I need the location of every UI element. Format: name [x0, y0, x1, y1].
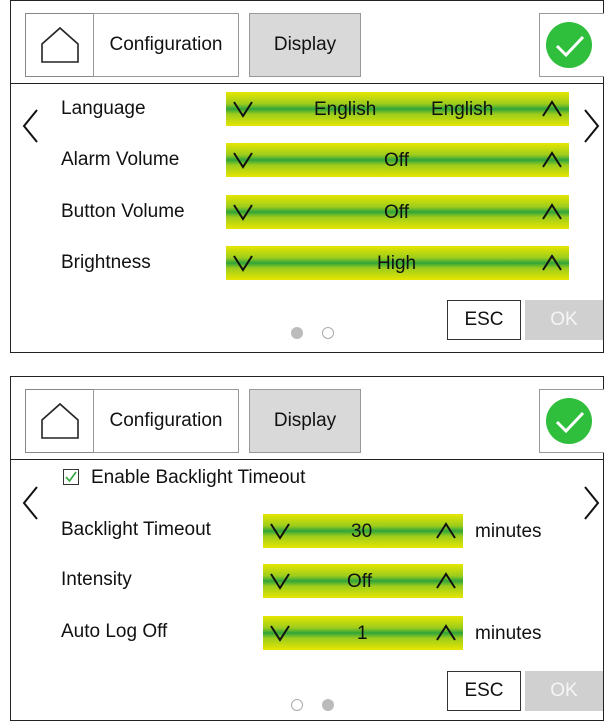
- tab-configuration[interactable]: Configuration: [93, 13, 239, 77]
- chevron-down-icon[interactable]: [230, 199, 256, 225]
- chevron-down-icon[interactable]: [230, 96, 256, 122]
- button-volume-label: Button Volume: [61, 201, 185, 222]
- alarm-volume-value: Off: [384, 150, 409, 171]
- checkmark-icon: [65, 471, 77, 483]
- chevron-down-icon[interactable]: [267, 568, 293, 594]
- chevron-right-icon[interactable]: [583, 485, 601, 529]
- ok-button[interactable]: OK: [525, 671, 603, 711]
- display-settings-page-2: Configuration Display Enable Backlight T…: [10, 376, 604, 721]
- button-volume-value: Off: [384, 202, 409, 223]
- confirm-button[interactable]: [539, 13, 604, 77]
- auto-log-off-value: 1: [357, 623, 368, 644]
- intensity-label: Intensity: [61, 569, 132, 590]
- backlight-timeout-unit: minutes: [475, 521, 542, 542]
- page-dot-active[interactable]: [322, 699, 334, 711]
- display-settings-page-1: Configuration Display Language English E…: [10, 0, 604, 353]
- alarm-volume-label: Alarm Volume: [61, 149, 180, 170]
- chevron-down-icon[interactable]: [230, 147, 256, 173]
- alarm-volume-spinner[interactable]: Off: [226, 143, 569, 177]
- header-bar: Configuration Display: [11, 1, 604, 84]
- chevron-up-icon[interactable]: [433, 568, 459, 594]
- intensity-spinner[interactable]: Off: [263, 564, 463, 598]
- backlight-timeout-label: Backlight Timeout: [61, 519, 211, 540]
- tab-display[interactable]: Display: [249, 13, 361, 77]
- chevron-up-icon[interactable]: [433, 620, 459, 646]
- chevron-down-icon[interactable]: [230, 250, 256, 276]
- auto-log-off-label: Auto Log Off: [61, 621, 168, 642]
- home-button[interactable]: [25, 389, 97, 453]
- home-icon: [41, 26, 79, 63]
- confirm-button[interactable]: [539, 389, 604, 453]
- header-bar: Configuration Display: [11, 377, 604, 460]
- chevron-right-icon[interactable]: [583, 108, 601, 152]
- chevron-up-icon[interactable]: [433, 518, 459, 544]
- chevron-down-icon[interactable]: [267, 518, 293, 544]
- chevron-up-icon[interactable]: [539, 199, 565, 225]
- ok-button[interactable]: OK: [525, 300, 603, 340]
- chevron-up-icon[interactable]: [539, 250, 565, 276]
- button-volume-spinner[interactable]: Off: [226, 195, 569, 229]
- enable-backlight-checkbox[interactable]: [63, 469, 79, 485]
- checkmark-icon: [555, 35, 585, 57]
- chevron-up-icon[interactable]: [539, 96, 565, 122]
- page-dot-inactive[interactable]: [291, 699, 303, 711]
- chevron-left-icon[interactable]: [21, 485, 39, 529]
- brightness-spinner[interactable]: High: [226, 246, 569, 280]
- chevron-up-icon[interactable]: [539, 147, 565, 173]
- page-dot-active[interactable]: [291, 327, 303, 339]
- tab-configuration[interactable]: Configuration: [93, 389, 239, 453]
- brightness-label: Brightness: [61, 252, 151, 273]
- language-value-secondary: English: [431, 99, 494, 120]
- auto-log-off-spinner[interactable]: 1: [263, 616, 463, 650]
- home-button[interactable]: [25, 13, 97, 77]
- esc-button[interactable]: ESC: [447, 671, 521, 711]
- auto-log-off-unit: minutes: [475, 623, 542, 644]
- esc-button[interactable]: ESC: [447, 300, 521, 340]
- backlight-timeout-value: 30: [351, 521, 373, 542]
- checkmark-icon: [555, 411, 585, 433]
- language-value: English: [314, 99, 377, 120]
- chevron-down-icon[interactable]: [267, 620, 293, 646]
- language-label: Language: [61, 98, 146, 119]
- brightness-value: High: [377, 253, 417, 274]
- chevron-left-icon[interactable]: [21, 108, 39, 152]
- tab-display[interactable]: Display: [249, 389, 361, 453]
- backlight-timeout-spinner[interactable]: 30: [263, 514, 463, 548]
- home-icon: [41, 402, 79, 439]
- enable-backlight-label[interactable]: Enable Backlight Timeout: [91, 467, 305, 489]
- page-dot-inactive[interactable]: [322, 327, 334, 339]
- language-spinner[interactable]: English English: [226, 92, 569, 126]
- intensity-value: Off: [347, 571, 372, 592]
